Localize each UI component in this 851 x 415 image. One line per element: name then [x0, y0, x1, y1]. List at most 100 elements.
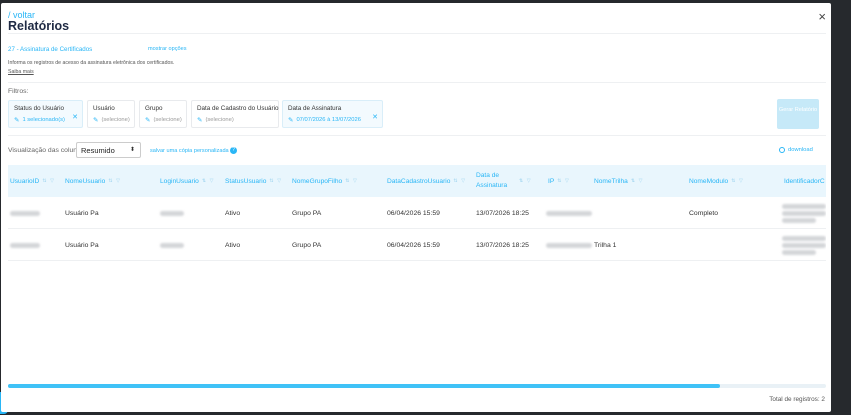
- column-header-label: UsuarioID: [10, 177, 40, 185]
- column-header[interactable]: DataCadastroUsuario ⇅ ▽: [387, 165, 466, 197]
- filter-chip-value-text: 07/07/2026 à 13/07/2026: [296, 117, 361, 123]
- filter-chip-value-text: (selecione): [205, 117, 234, 123]
- column-header[interactable]: NomeGrupoFilho ⇅ ▽: [292, 165, 358, 197]
- sort-filter-icon[interactable]: ⇅ ▽: [631, 178, 644, 184]
- column-header-label: IdentificadorC: [784, 177, 825, 185]
- reports-modal: / voltar Relatórios × 27 - Assinatura de…: [1, 3, 831, 412]
- save-custom-copy-link[interactable]: salvar uma cópia personalizada: [150, 148, 229, 154]
- filter-chip-title: Grupo: [145, 105, 163, 112]
- filter-chip-group[interactable]: Grupo ✎ (selecione): [139, 100, 187, 128]
- filter-chip-value-text: (selecione): [101, 117, 130, 123]
- report-description-text: Informa os registros de acesso da assina…: [8, 60, 175, 66]
- cell-status: Ativo: [225, 241, 241, 249]
- filter-chip-registration-date[interactable]: Data de Cadastro do Usuário ✎ (selecione): [191, 100, 279, 128]
- pencil-icon: ✎: [93, 117, 99, 124]
- select-arrows-icon: ⬍: [129, 147, 135, 153]
- learn-more-link[interactable]: Saiba mais: [8, 69, 34, 75]
- redacted-value: [782, 235, 826, 256]
- sort-filter-icon[interactable]: ⇅ ▽: [269, 178, 282, 184]
- clear-filter-icon[interactable]: ✕: [372, 113, 378, 121]
- cell-status: Ativo: [225, 209, 241, 217]
- column-header-label: Data de Assinatura: [476, 172, 508, 189]
- total-records: Total de registros: 2: [769, 396, 825, 403]
- filter-chip-value: ✎ 1 selecionado(s): [14, 116, 77, 124]
- filter-chip-value-text: (selecione): [153, 117, 182, 123]
- filter-chip-value: ✎ 07/07/2026 à 13/07/2026: [288, 116, 377, 124]
- redacted-value: [10, 210, 40, 216]
- pencil-icon: ✎: [197, 117, 203, 124]
- generate-report-button[interactable]: Gerar Relatório: [777, 99, 819, 129]
- cell-group: Grupo PA: [292, 209, 322, 217]
- cell-login: [160, 229, 184, 261]
- filter-chip-title: Data de Assinatura: [288, 105, 342, 112]
- table-header: UsuarioID ⇅ ▽ NomeUsuario ⇅ ▽ LoginUsuario…: [8, 165, 826, 197]
- redacted-value: [160, 210, 184, 216]
- filter-chip-value: ✎ (selecione): [197, 116, 273, 124]
- redacted-value: [782, 203, 826, 224]
- column-header[interactable]: IdentificadorC: [784, 165, 825, 197]
- column-header[interactable]: NomeModulo ⇅ ▽: [689, 165, 744, 197]
- table-row[interactable]: Usuário Pa Ativo Grupo PA 06/04/2026 15:…: [8, 229, 826, 261]
- filter-chip-value: ✎ (selecione): [145, 116, 182, 124]
- column-header-label: DataCadastroUsuario: [387, 177, 451, 185]
- report-description: Informa os registros de acesso da assina…: [8, 59, 188, 77]
- show-options-link[interactable]: mostrar opções: [148, 46, 187, 52]
- cell-ip: [546, 197, 592, 229]
- sort-filter-icon[interactable]: ⇅ ▽: [519, 178, 532, 184]
- horizontal-scrollbar[interactable]: [8, 384, 826, 388]
- sort-filter-icon[interactable]: ⇅ ▽: [42, 178, 55, 184]
- report-table: UsuarioID ⇅ ▽ NomeUsuario ⇅ ▽ LoginUsuario…: [8, 165, 826, 385]
- close-icon[interactable]: ×: [818, 9, 826, 24]
- column-header[interactable]: NomeTrilha ⇅ ▽: [594, 165, 644, 197]
- cell-ip: [546, 229, 592, 261]
- column-header-label: NomeTrilha: [594, 177, 628, 185]
- column-view-label: Visualização das colunas:: [8, 147, 87, 154]
- column-header[interactable]: Data de Assinatura ⇅ ▽: [476, 165, 538, 197]
- column-header-label: NomeUsuario: [65, 177, 106, 185]
- filter-chip-value: ✎ (selecione): [93, 116, 130, 124]
- column-view-selected: Resumido: [81, 146, 115, 155]
- column-header[interactable]: IP ⇅ ▽: [548, 165, 570, 197]
- download-icon: [779, 147, 785, 153]
- column-header[interactable]: LoginUsuario ⇅ ▽: [160, 165, 215, 197]
- cell-signature-date: 13/07/2026 18:25: [476, 209, 529, 217]
- filter-chip-signature-date[interactable]: Data de Assinatura ✎ 07/07/2026 à 13/07/2…: [282, 100, 383, 128]
- column-header-label: StatusUsuario: [225, 177, 267, 185]
- sort-filter-icon[interactable]: ⇅ ▽: [345, 178, 358, 184]
- sort-filter-icon[interactable]: ⇅ ▽: [557, 178, 570, 184]
- filter-chip-value-text: 1 selecionado(s): [22, 117, 65, 123]
- report-name: 27 - Assinatura de Certificados: [8, 46, 93, 53]
- redacted-value: [160, 242, 184, 248]
- filter-chip-title: Data de Cadastro do Usuário: [197, 105, 279, 112]
- column-header[interactable]: NomeUsuario ⇅ ▽: [65, 165, 121, 197]
- download-label: download: [788, 147, 813, 153]
- redacted-value: [10, 242, 40, 248]
- divider: [8, 82, 826, 83]
- redacted-value: [546, 210, 592, 216]
- help-icon[interactable]: ?: [230, 147, 237, 154]
- column-header[interactable]: UsuarioID ⇅ ▽: [10, 165, 55, 197]
- column-header[interactable]: StatusUsuario ⇅ ▽: [225, 165, 282, 197]
- divider: [8, 135, 826, 136]
- sort-filter-icon[interactable]: ⇅ ▽: [202, 178, 215, 184]
- clear-filter-icon[interactable]: ✕: [72, 113, 78, 121]
- filter-chip-user[interactable]: Usuário ✎ (selecione): [87, 100, 135, 128]
- sort-filter-icon[interactable]: ⇅ ▽: [731, 178, 744, 184]
- cell-signature-date: 13/07/2026 18:25: [476, 241, 529, 249]
- filter-chip-status[interactable]: Status do Usuário ✎ 1 selecionado(s) ✕: [8, 100, 83, 128]
- table-row[interactable]: Usuário Pa Ativo Grupo PA 06/04/2026 15:…: [8, 197, 826, 229]
- pencil-icon: ✎: [145, 117, 151, 124]
- column-header-label: IP: [548, 177, 555, 185]
- column-view-select[interactable]: Resumido ⬍: [76, 142, 141, 158]
- scrollbar-thumb[interactable]: [8, 384, 720, 388]
- sort-filter-icon[interactable]: ⇅ ▽: [453, 178, 466, 184]
- pencil-icon: ✎: [288, 117, 294, 124]
- cell-module: Completo: [689, 209, 719, 217]
- column-header-label: NomeModulo: [689, 177, 729, 185]
- download-button[interactable]: download: [779, 147, 813, 153]
- redacted-value: [546, 242, 592, 248]
- sort-filter-icon[interactable]: ⇅ ▽: [108, 178, 121, 184]
- filter-chip-title: Status do Usuário: [14, 105, 65, 112]
- cell-group: Grupo PA: [292, 241, 322, 249]
- column-header-label: LoginUsuario: [160, 177, 199, 185]
